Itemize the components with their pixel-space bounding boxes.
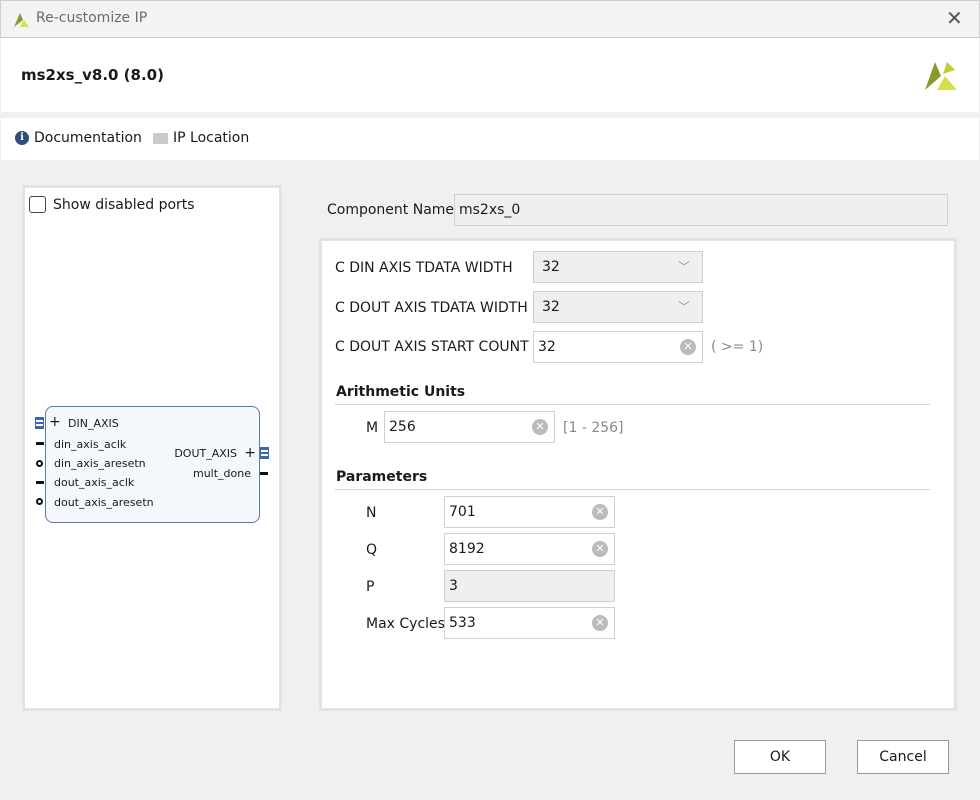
port-label: mult_done: [192, 467, 251, 480]
cancel-button[interactable]: Cancel: [857, 740, 949, 774]
port-label: dout_axis_aresetn: [54, 496, 154, 509]
din-width-value: 32: [542, 259, 560, 275]
close-icon[interactable]: ✕: [946, 6, 963, 30]
clear-icon[interactable]: ✕: [592, 541, 608, 557]
n-input[interactable]: 701 ✕: [444, 496, 615, 528]
dout-width-select[interactable]: 32 ﹀: [533, 291, 703, 323]
n-value: 701: [449, 504, 476, 520]
port-label: din_axis_aresetn: [54, 457, 146, 470]
p-input: 3: [444, 570, 615, 602]
arithmetic-units-heading: Arithmetic Units: [336, 384, 466, 400]
ok-button[interactable]: OK: [734, 740, 826, 774]
xilinx-logo-icon: [14, 13, 29, 27]
q-input[interactable]: 8192 ✕: [444, 533, 615, 565]
xilinx-logo-icon: [925, 62, 957, 90]
clear-icon[interactable]: ✕: [532, 419, 548, 435]
clear-icon[interactable]: ✕: [680, 339, 696, 355]
port-label: din_axis_aclk: [54, 438, 127, 451]
info-icon: i: [15, 131, 29, 145]
m-value: 256: [389, 419, 416, 435]
parameters-heading: Parameters: [336, 469, 428, 485]
chevron-down-icon: ﹀: [677, 260, 690, 274]
bus-interface-icon: [35, 417, 44, 429]
m-input[interactable]: 256 ✕: [384, 411, 555, 443]
divider: [335, 489, 930, 490]
port-label: dout_axis_aclk: [54, 476, 135, 489]
header: ms2xs_v8.0 (8.0): [1, 38, 979, 112]
port-din-axis: DIN_AXIS: [68, 417, 119, 430]
clear-icon[interactable]: ✕: [592, 615, 608, 631]
ip-name: ms2xs_v8.0 (8.0): [21, 66, 164, 84]
p-label: P: [366, 579, 375, 595]
max-cycles-label: Max Cycles: [366, 616, 445, 632]
ip-location-label: IP Location: [173, 130, 250, 146]
n-label: N: [366, 505, 377, 521]
port-pin: [36, 481, 44, 484]
expand-icon[interactable]: +: [49, 415, 61, 429]
start-count-label: C DOUT AXIS START COUNT: [335, 339, 529, 355]
divider: [335, 404, 930, 405]
show-disabled-ports-checkbox[interactable]: Show disabled ports: [29, 196, 195, 213]
clear-icon[interactable]: ✕: [592, 504, 608, 520]
q-value: 8192: [449, 541, 485, 557]
ip-location-link[interactable]: IP Location: [153, 130, 249, 146]
port-pin: [36, 442, 44, 445]
show-disabled-ports-label: Show disabled ports: [53, 196, 195, 213]
documentation-label: Documentation: [34, 130, 142, 146]
ip-symbol-block: + DIN_AXIS din_axis_aclk din_axis_areset…: [45, 406, 260, 523]
component-name-label: Component Name: [327, 202, 455, 218]
start-count-input[interactable]: 32 ✕: [533, 331, 703, 363]
component-name-input[interactable]: ms2xs_0: [454, 194, 948, 226]
expand-icon[interactable]: +: [244, 445, 256, 461]
checkbox-box[interactable]: [29, 196, 46, 213]
start-count-value: 32: [538, 339, 556, 355]
max-cycles-input[interactable]: 533 ✕: [444, 607, 615, 639]
chevron-down-icon: ﹀: [677, 300, 690, 314]
m-hint: [1 - 256]: [563, 420, 624, 436]
toolbar: i Documentation IP Location: [1, 118, 979, 160]
din-width-select[interactable]: 32 ﹀: [533, 251, 703, 283]
m-label: M: [366, 420, 379, 436]
port-dout-axis: DOUT_AXIS: [174, 447, 237, 460]
port-pin-inverted: [36, 498, 43, 505]
start-count-hint: ( >= 1): [711, 339, 764, 355]
dout-width-label: C DOUT AXIS TDATA WIDTH: [335, 300, 528, 316]
dout-width-value: 32: [542, 299, 560, 315]
folder-icon: [153, 132, 168, 144]
q-label: Q: [366, 542, 378, 558]
din-width-label: C DIN AXIS TDATA WIDTH: [335, 260, 513, 276]
port-pin: [260, 472, 268, 475]
window-title: Re-customize IP: [36, 10, 148, 26]
bus-interface-icon: [260, 447, 269, 459]
documentation-link[interactable]: i Documentation: [15, 130, 142, 146]
port-pin-inverted: [36, 460, 43, 467]
max-cycles-value: 533: [449, 615, 476, 631]
